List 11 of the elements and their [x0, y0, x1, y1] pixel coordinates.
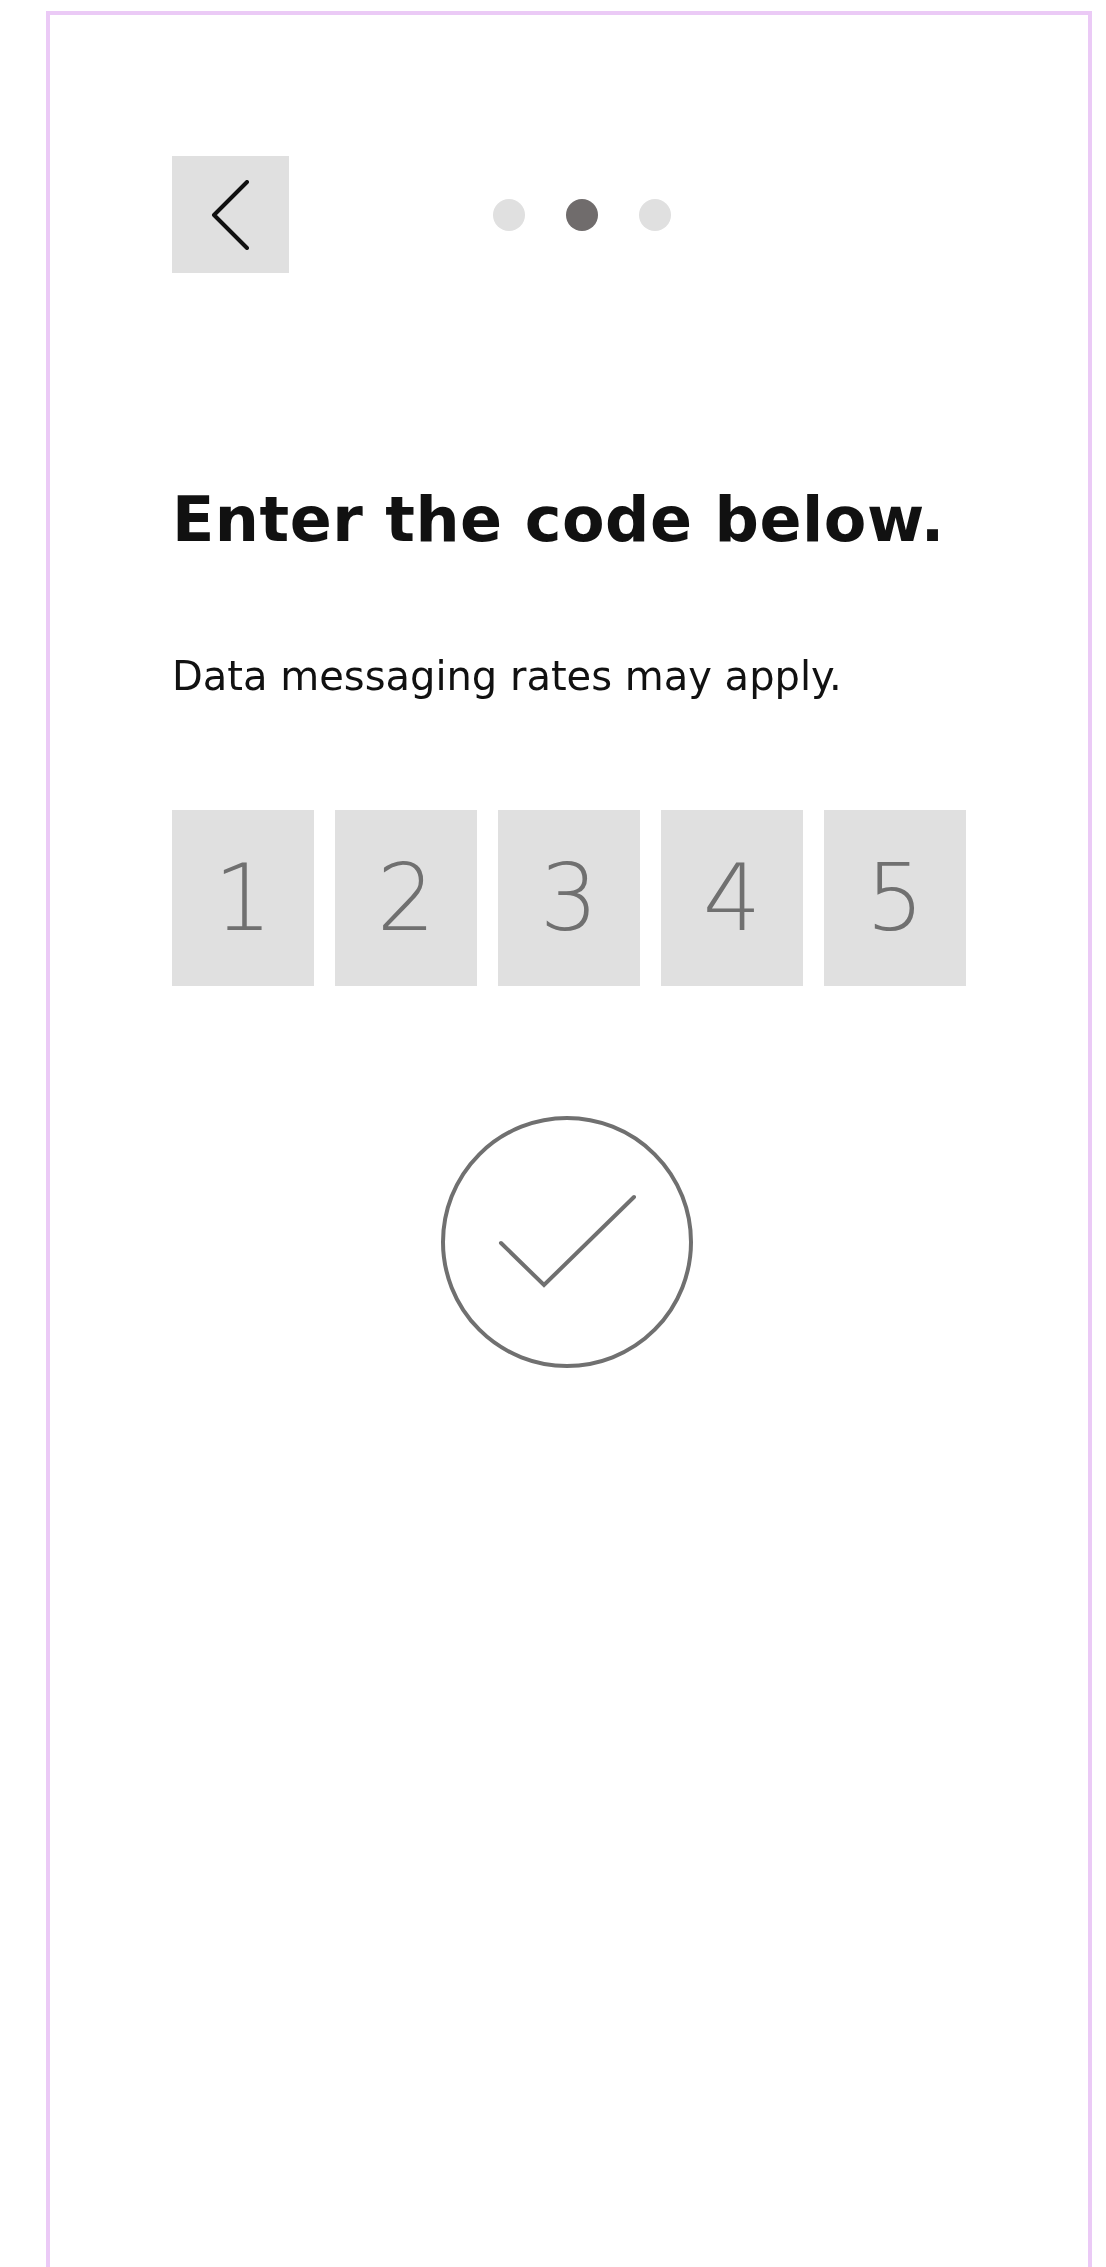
code-digit-field[interactable]: 1	[172, 810, 314, 987]
back-icon	[210, 179, 251, 250]
heading: Enter the code below.	[172, 483, 946, 558]
code-digit-field[interactable]: 5	[824, 810, 966, 987]
code-digit-field[interactable]: 3	[498, 810, 640, 987]
code-digit-field[interactable]: 4	[661, 810, 803, 987]
check-circle-icon	[441, 1116, 693, 1369]
back-button[interactable]	[172, 156, 289, 273]
confirm-button[interactable]	[441, 1116, 693, 1369]
subtitle: Data messaging rates may apply.	[172, 652, 843, 701]
code-digit-field[interactable]: 2	[335, 810, 477, 987]
